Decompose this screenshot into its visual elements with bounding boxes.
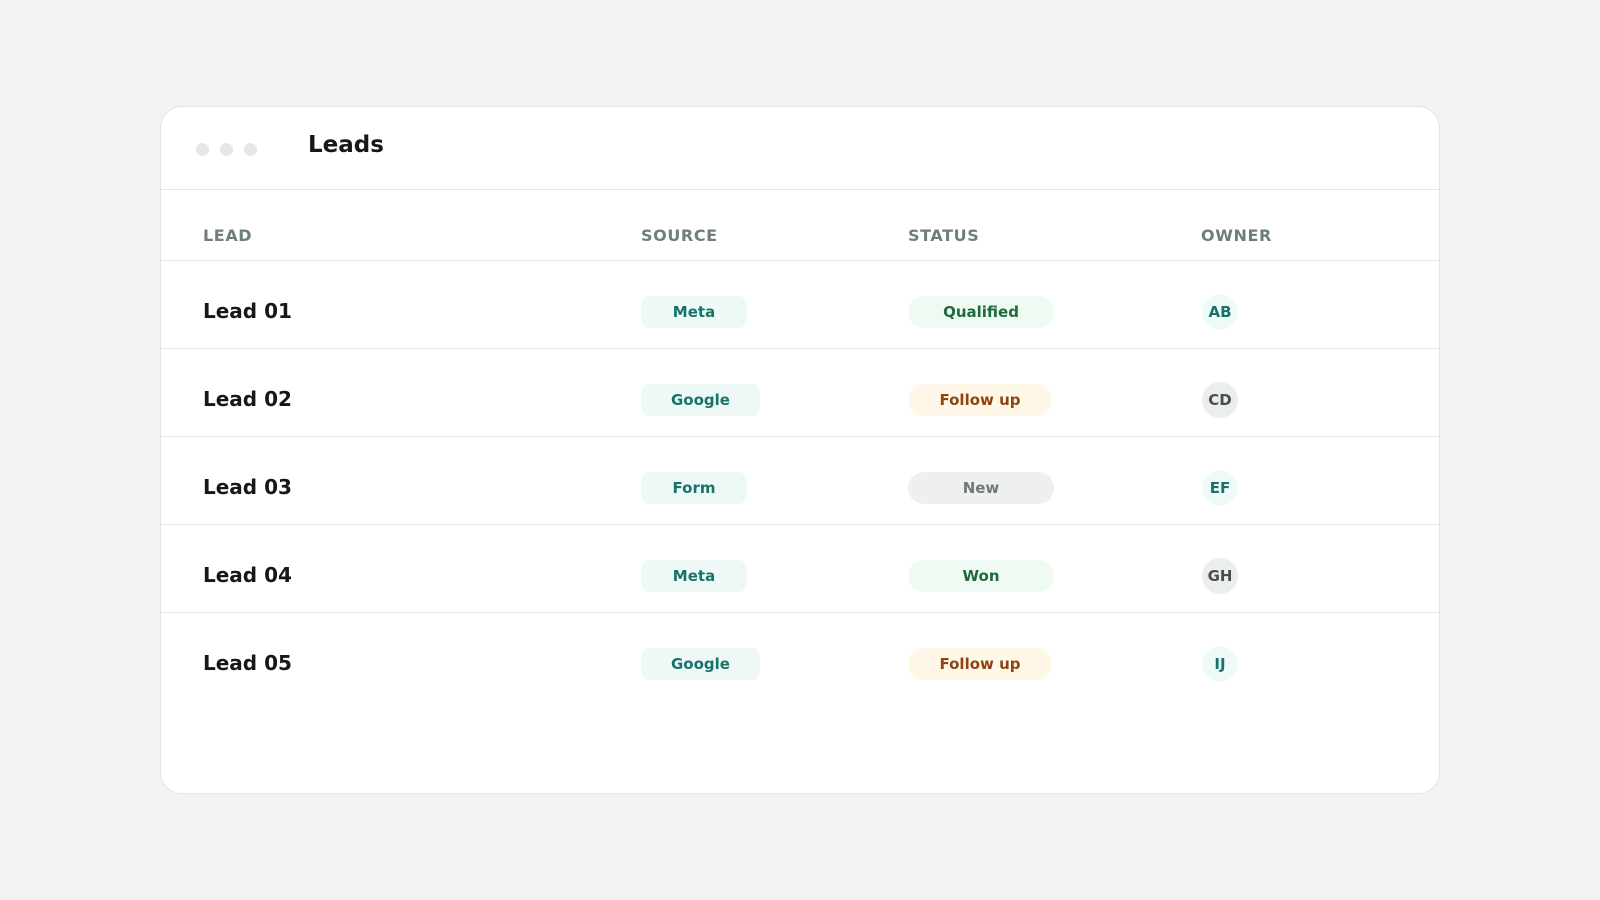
- column-header-owner[interactable]: OWNER: [1201, 226, 1272, 245]
- page-title: Leads: [308, 132, 384, 158]
- owner-avatar[interactable]: AB: [1202, 294, 1238, 330]
- owner-avatar[interactable]: IJ: [1202, 646, 1238, 682]
- source-badge: Form: [641, 472, 747, 504]
- source-badge: Meta: [641, 296, 747, 328]
- leads-window: Leads LEAD SOURCE STATUS OWNER Lead 01 M…: [160, 106, 1440, 794]
- column-header-lead[interactable]: LEAD: [203, 226, 252, 245]
- table-row[interactable]: Lead 01 Meta Qualified AB: [161, 261, 1439, 349]
- status-badge[interactable]: Follow up: [908, 384, 1052, 416]
- title-bar: Leads: [161, 107, 1439, 190]
- source-badge: Google: [641, 648, 760, 680]
- window-control-dot[interactable]: [196, 143, 209, 156]
- lead-name[interactable]: Lead 04: [203, 563, 292, 587]
- window-control-dot[interactable]: [244, 143, 257, 156]
- source-badge: Meta: [641, 560, 747, 592]
- status-badge[interactable]: New: [908, 472, 1054, 504]
- table-row[interactable]: Lead 04 Meta Won GH: [161, 525, 1439, 613]
- column-header-status[interactable]: STATUS: [908, 226, 979, 245]
- owner-avatar[interactable]: EF: [1202, 470, 1238, 506]
- status-badge[interactable]: Won: [908, 560, 1054, 592]
- window-control-dot[interactable]: [220, 143, 233, 156]
- lead-name[interactable]: Lead 05: [203, 651, 292, 675]
- status-badge[interactable]: Follow up: [908, 648, 1052, 680]
- owner-avatar[interactable]: CD: [1202, 382, 1238, 418]
- status-badge[interactable]: Qualified: [908, 296, 1054, 328]
- owner-avatar[interactable]: GH: [1202, 558, 1238, 594]
- lead-name[interactable]: Lead 03: [203, 475, 292, 499]
- column-header-source[interactable]: SOURCE: [641, 226, 718, 245]
- lead-name[interactable]: Lead 02: [203, 387, 292, 411]
- table-header: LEAD SOURCE STATUS OWNER: [161, 190, 1439, 261]
- table-row[interactable]: Lead 03 Form New EF: [161, 437, 1439, 525]
- source-badge: Google: [641, 384, 760, 416]
- lead-name[interactable]: Lead 01: [203, 299, 292, 323]
- table-row[interactable]: Lead 05 Google Follow up IJ: [161, 613, 1439, 701]
- table-row[interactable]: Lead 02 Google Follow up CD: [161, 349, 1439, 437]
